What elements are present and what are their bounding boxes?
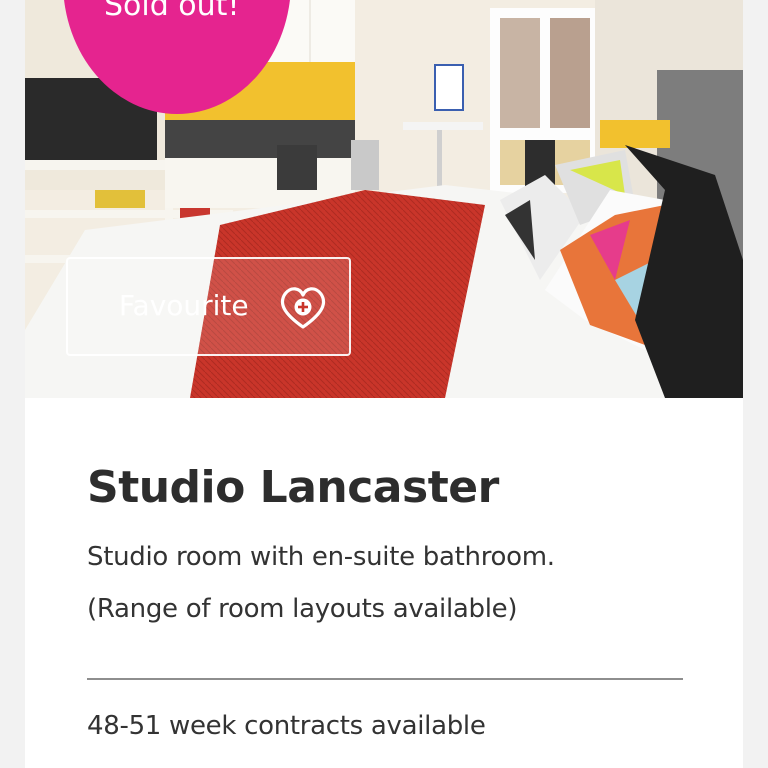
room-description-line-1: Studio room with en-suite bathroom. <box>87 542 555 572</box>
room-description-line-2: (Range of room layouts available) <box>87 594 518 624</box>
favourite-button[interactable]: Favourite <box>66 257 351 356</box>
room-title: Studio Lancaster <box>87 462 499 513</box>
sold-out-label: Sold out! <box>104 0 240 23</box>
room-card: Sold out! Favourite Studio Lancaster Stu… <box>25 0 743 768</box>
contracts-info: 48-51 week contracts available <box>87 711 486 741</box>
heart-plus-icon <box>277 283 329 331</box>
room-photo: Sold out! Favourite <box>25 0 743 398</box>
divider <box>87 678 683 680</box>
favourite-label: Favourite <box>119 289 249 322</box>
